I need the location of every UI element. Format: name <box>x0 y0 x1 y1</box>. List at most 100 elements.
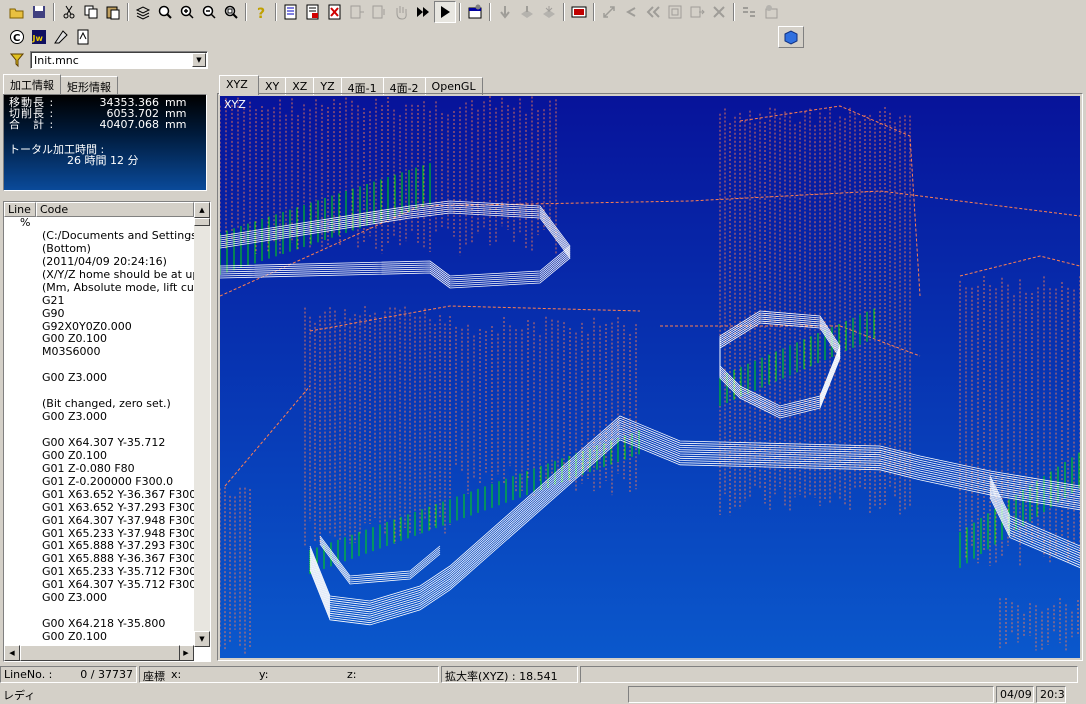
code-line[interactable]: (Bottom) <box>4 243 194 256</box>
code-line[interactable]: % <box>4 217 194 230</box>
code-line-number <box>4 230 42 243</box>
code-line[interactable]: (2011/04/09 20:24:16) <box>4 256 194 269</box>
code-line[interactable]: G01 X65.888 Y-37.293 F300.0 <box>4 540 194 553</box>
compare-icon[interactable] <box>738 1 760 23</box>
hscroll-thumb[interactable] <box>20 645 180 661</box>
step2-icon[interactable] <box>368 1 390 23</box>
open-icon[interactable] <box>6 1 28 23</box>
z-label: z: <box>347 668 357 681</box>
copy-icon[interactable] <box>80 1 102 23</box>
play-icon[interactable] <box>434 1 456 23</box>
scroll-right-icon[interactable]: ▶ <box>178 645 194 661</box>
settings-icon[interactable] <box>760 1 782 23</box>
code-line[interactable]: G01 Z-0.080 F80 <box>4 463 194 476</box>
code-line[interactable]: G00 X64.307 Y-35.712 <box>4 437 194 450</box>
date-pane: 04/09 <box>996 686 1034 703</box>
scroll-down-icon[interactable]: ▼ <box>194 631 210 647</box>
tool-path-icon[interactable] <box>50 26 72 48</box>
code-line[interactable] <box>4 424 194 437</box>
frame-icon[interactable] <box>664 1 686 23</box>
code-line[interactable]: G01 Z-0.200000 F300.0 <box>4 476 194 489</box>
note-icon[interactable] <box>72 26 94 48</box>
hand-icon[interactable] <box>390 1 412 23</box>
y-label: y: <box>259 668 269 681</box>
tab-machining-info[interactable]: 加工情報 <box>3 74 61 94</box>
code-line[interactable]: G01 X64.307 Y-37.948 F300.0 <box>4 515 194 528</box>
arrow-left-icon[interactable] <box>620 1 642 23</box>
code-line[interactable]: G92X0Y0Z0.000 <box>4 321 194 334</box>
zoom-fit-icon[interactable] <box>220 1 242 23</box>
dropdown-arrow-icon[interactable]: ▼ <box>192 53 206 67</box>
code-line[interactable]: G01 X65.233 Y-37.948 F300.0 <box>4 528 194 541</box>
code-line[interactable] <box>4 385 194 398</box>
filter-icon[interactable] <box>8 51 26 69</box>
code-line[interactable]: G90 <box>4 308 194 321</box>
code-line[interactable]: (C:/Documents and Settings/h <box>4 230 194 243</box>
zoom-out-icon[interactable] <box>198 1 220 23</box>
mode-c-icon[interactable]: C <box>6 26 28 48</box>
scroll-left-icon[interactable]: ◀ <box>4 645 20 661</box>
zoom-in-icon[interactable] <box>176 1 198 23</box>
code-line[interactable]: G21 <box>4 295 194 308</box>
code-line[interactable]: G01 X63.652 Y-36.367 F300.0 <box>4 489 194 502</box>
code-listview[interactable]: Line Code % (C:/Documents and Settings/h(… <box>3 201 211 662</box>
save-icon[interactable] <box>28 1 50 23</box>
code-line[interactable]: G00 Z3.000 <box>4 411 194 424</box>
code-line-text: G00 X64.307 Y-35.712 <box>42 436 166 449</box>
code-line-text: G00 Z3.000 <box>42 372 108 385</box>
layers-icon[interactable] <box>132 1 154 23</box>
code-line[interactable]: M03S6000 <box>4 346 194 359</box>
help-icon[interactable]: ? <box>250 1 272 23</box>
code-line[interactable]: (Mm, Absolute mode, lift cutte <box>4 282 194 295</box>
cube-view-button[interactable] <box>778 26 804 48</box>
scroll-thumb[interactable] <box>194 218 210 226</box>
doc-cross-icon[interactable] <box>324 1 346 23</box>
code-line[interactable]: G00 Z3.000 <box>4 592 194 605</box>
code-line-number <box>4 631 42 644</box>
frame-arrow-icon[interactable] <box>686 1 708 23</box>
code-line[interactable]: G01 X64.307 Y-35.712 F300.0 <box>4 579 194 592</box>
doc-red-icon[interactable] <box>302 1 324 23</box>
code-line[interactable]: G01 X63.652 Y-37.293 F300.0 <box>4 502 194 515</box>
step-icon[interactable] <box>346 1 368 23</box>
code-line[interactable]: G00 Z3.000 <box>4 372 194 385</box>
toolpath-viewport[interactable]: XYZ <box>220 96 1080 658</box>
code-line[interactable] <box>4 359 194 372</box>
code-line[interactable]: G00 Z0.100 <box>4 631 194 644</box>
file-select-value: Init.mnc <box>34 54 79 67</box>
code-line[interactable]: (Bit changed, zero set.) <box>4 398 194 411</box>
mode-jw-icon[interactable]: Jw <box>28 26 50 48</box>
column-header-code[interactable]: Code <box>36 202 194 217</box>
code-line-number <box>4 566 42 579</box>
fast-forward-icon[interactable] <box>412 1 434 23</box>
code-line[interactable]: G00 X64.218 Y-35.800 <box>4 618 194 631</box>
rewind-icon[interactable] <box>642 1 664 23</box>
scroll-up-icon[interactable]: ▲ <box>194 202 210 218</box>
code-line[interactable]: G01 X65.233 Y-35.712 F300.0 <box>4 566 194 579</box>
column-header-line[interactable]: Line <box>4 202 36 217</box>
rapid-outline <box>959 255 1080 277</box>
tool-down-icon[interactable] <box>494 1 516 23</box>
close-icon[interactable] <box>708 1 730 23</box>
empty-pane <box>580 666 1078 683</box>
tool2-icon[interactable] <box>516 1 538 23</box>
code-line[interactable]: G00 Z0.100 <box>4 450 194 463</box>
code-line[interactable]: G01 X65.888 Y-36.367 F300.0 <box>4 553 194 566</box>
cut-icon[interactable] <box>58 1 80 23</box>
rapid-outline <box>224 385 311 487</box>
code-line[interactable] <box>4 605 194 618</box>
properties-icon[interactable] <box>464 1 486 23</box>
vertical-scrollbar[interactable]: ▲ ▼ <box>194 202 210 647</box>
list-icon[interactable] <box>280 1 302 23</box>
tool3-icon[interactable] <box>538 1 560 23</box>
expand-icon[interactable] <box>598 1 620 23</box>
paste-icon[interactable] <box>102 1 124 23</box>
file-select[interactable]: Init.mnc ▼ <box>30 51 208 69</box>
horizontal-scrollbar[interactable]: ◀ ▶ <box>4 645 194 661</box>
tab-view-0[interactable]: XYZ <box>219 75 259 95</box>
code-line[interactable]: (X/Y/Z home should be at upp <box>4 269 194 282</box>
tab-rect-info[interactable]: 矩形情報 <box>60 76 118 94</box>
zoom-icon[interactable] <box>154 1 176 23</box>
code-line[interactable]: G00 Z0.100 <box>4 333 194 346</box>
display-icon[interactable] <box>568 1 590 23</box>
